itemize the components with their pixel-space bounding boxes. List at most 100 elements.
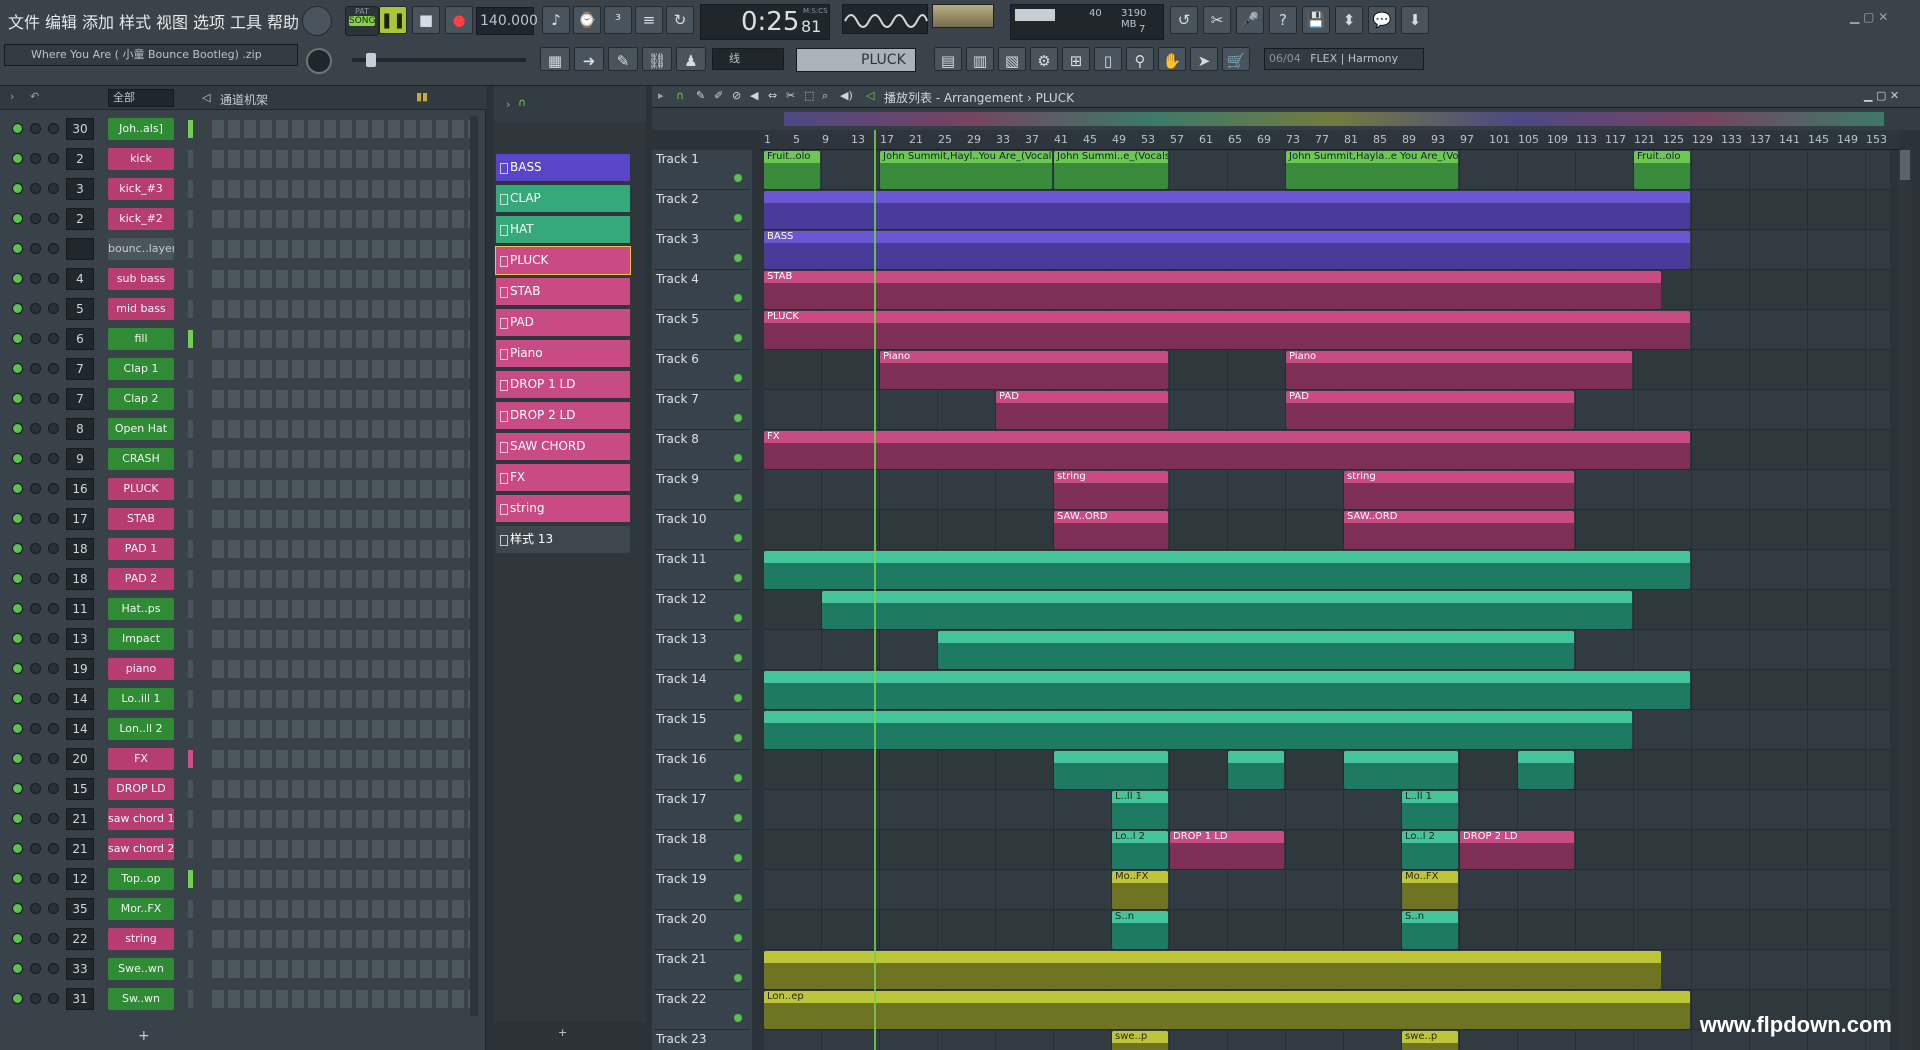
playlist-clip[interactable]	[1054, 751, 1168, 789]
pattern-item[interactable]: CLAP	[496, 185, 630, 212]
channel-select-indicator[interactable]	[188, 960, 193, 978]
touch-keyboard-icon[interactable]: ✋	[1158, 47, 1186, 71]
playlist-clip[interactable]: L..ll 1	[1402, 791, 1458, 829]
track-header[interactable]: Track 23	[654, 1030, 750, 1050]
channel-mixer-track[interactable]: 7	[66, 388, 94, 410]
channel-name-button[interactable]: Impact	[108, 628, 174, 650]
slice-icon[interactable]: ✂	[786, 89, 795, 102]
channel-mute-led[interactable]	[12, 303, 23, 314]
channel-mixer-track[interactable]: 12	[66, 868, 94, 890]
playlist-clip[interactable]: SAW..ORD	[1344, 511, 1574, 549]
channel-select-indicator[interactable]	[188, 180, 193, 198]
playlist-clip[interactable]: John Summit,Hayl..You Are_(Vocals)	[880, 151, 1052, 189]
channel-pan-knob[interactable]	[30, 993, 41, 1004]
track-active-led[interactable]	[734, 174, 742, 182]
pattern-item[interactable]: SAW CHORD	[496, 433, 630, 460]
channel-select-indicator[interactable]	[188, 450, 193, 468]
channel-volume-knob[interactable]	[48, 903, 59, 914]
download-icon[interactable]: ⬇	[1401, 6, 1429, 34]
channel-row[interactable]: 22 string	[8, 926, 478, 952]
channel-name-button[interactable]: sub bass	[108, 268, 174, 290]
microphone-icon[interactable]: 🎤	[1236, 6, 1264, 34]
step-sequencer-row[interactable]	[212, 180, 472, 198]
track-header[interactable]: Track 12	[654, 590, 750, 630]
track-header[interactable]: Track 8	[654, 430, 750, 470]
pattern-item[interactable]: BASS	[496, 154, 630, 181]
channel-row[interactable]: 14 Lon..ll 2	[8, 716, 478, 742]
stamp-icon[interactable]: ♟	[676, 47, 706, 71]
step-sequencer-row[interactable]	[212, 810, 472, 828]
step-sequencer-row[interactable]	[212, 240, 472, 258]
channel-volume-knob[interactable]	[48, 783, 59, 794]
channel-pan-knob[interactable]	[30, 843, 41, 854]
arrangement-grid[interactable]: Fruit..olo John Summit,Hayl..You Are_(Voc…	[764, 150, 1890, 1050]
channel-select-indicator[interactable]	[188, 690, 193, 708]
playlist-clip[interactable]: Fruit..olo	[764, 151, 820, 189]
master-pitch-knob[interactable]	[306, 48, 332, 74]
playlist-clip[interactable]: Piano	[1286, 351, 1632, 389]
channel-mute-led[interactable]	[12, 603, 23, 614]
plugin-database-icon[interactable]: ⊞	[1062, 47, 1090, 71]
channel-row[interactable]: 21 saw chord 1	[8, 806, 478, 832]
playlist-clip[interactable]: string	[1344, 471, 1574, 509]
channel-name-button[interactable]: CRASH	[108, 448, 174, 470]
channel-mute-led[interactable]	[12, 693, 23, 704]
channel-row[interactable]: 5 mid bass	[8, 296, 478, 322]
plugin-news-bar[interactable]: 06/04 FLEX | Harmony	[1264, 48, 1424, 70]
channel-name-button[interactable]: Top..op	[108, 868, 174, 890]
channel-select-indicator[interactable]	[188, 750, 193, 768]
pattern-song-knob[interactable]	[302, 6, 332, 36]
track-header[interactable]: Track 18	[654, 830, 750, 870]
channel-volume-knob[interactable]	[48, 393, 59, 404]
playlist-clip[interactable]: DROP 1 LD	[1170, 831, 1284, 869]
channel-volume-knob[interactable]	[48, 183, 59, 194]
step-sequencer-row[interactable]	[212, 990, 472, 1008]
channel-select-indicator[interactable]	[188, 270, 193, 288]
track-header[interactable]: Track 6	[654, 350, 750, 390]
channel-mute-led[interactable]	[12, 273, 23, 284]
channel-mixer-track[interactable]: 9	[66, 448, 94, 470]
browser-icon[interactable]: ⚙	[1030, 47, 1058, 71]
pattern-item[interactable]: DROP 2 LD	[496, 402, 630, 429]
playhead[interactable]	[874, 130, 876, 1050]
track-lane[interactable]	[764, 470, 1890, 510]
plugin-picker-icon[interactable]: ⚲	[1126, 47, 1154, 71]
track-header[interactable]: Track 10	[654, 510, 750, 550]
channel-mixer-track[interactable]	[66, 238, 94, 260]
channel-name-button[interactable]: saw chord 2	[108, 838, 174, 860]
channel-name-button[interactable]: kick	[108, 148, 174, 170]
metronome-icon[interactable]: ♪	[542, 6, 570, 34]
track-active-led[interactable]	[734, 814, 742, 822]
playlist-clip[interactable]: FX	[764, 431, 1690, 469]
channel-mute-led[interactable]	[12, 633, 23, 644]
playlist-menu-icon[interactable]: ▸	[658, 89, 664, 102]
playlist-clip[interactable]	[764, 711, 1632, 749]
track-active-led[interactable]	[734, 1014, 742, 1022]
channel-row[interactable]: 11 Hat..ps	[8, 596, 478, 622]
track-active-led[interactable]	[734, 574, 742, 582]
pattern-item[interactable]: PAD	[496, 309, 630, 336]
playlist-clip[interactable]	[1344, 751, 1458, 789]
channel-pan-knob[interactable]	[30, 603, 41, 614]
pattern-item[interactable]: PLUCK	[495, 246, 631, 275]
pattern-item[interactable]: Piano	[496, 340, 630, 367]
channel-mute-led[interactable]	[12, 153, 23, 164]
channel-row[interactable]: 20 FX	[8, 746, 478, 772]
channel-row[interactable]: bounc..layer	[8, 236, 478, 262]
mute-icon[interactable]: ◀	[750, 89, 758, 102]
magnet-icon[interactable]: ∩	[676, 89, 684, 102]
channel-pan-knob[interactable]	[30, 363, 41, 374]
track-active-led[interactable]	[734, 654, 742, 662]
track-lane[interactable]	[764, 870, 1890, 910]
playlist-clip[interactable]	[822, 591, 1632, 629]
channel-volume-knob[interactable]	[48, 453, 59, 464]
playlist-clip[interactable]: STAB	[764, 271, 1661, 309]
channel-volume-knob[interactable]	[48, 843, 59, 854]
channel-name-button[interactable]: Hat..ps	[108, 598, 174, 620]
step-sequencer-row[interactable]	[212, 900, 472, 918]
channel-pan-knob[interactable]	[30, 483, 41, 494]
channel-volume-knob[interactable]	[48, 513, 59, 524]
channel-name-button[interactable]: PAD 1	[108, 538, 174, 560]
channel-mute-led[interactable]	[12, 513, 23, 524]
channel-volume-knob[interactable]	[48, 603, 59, 614]
